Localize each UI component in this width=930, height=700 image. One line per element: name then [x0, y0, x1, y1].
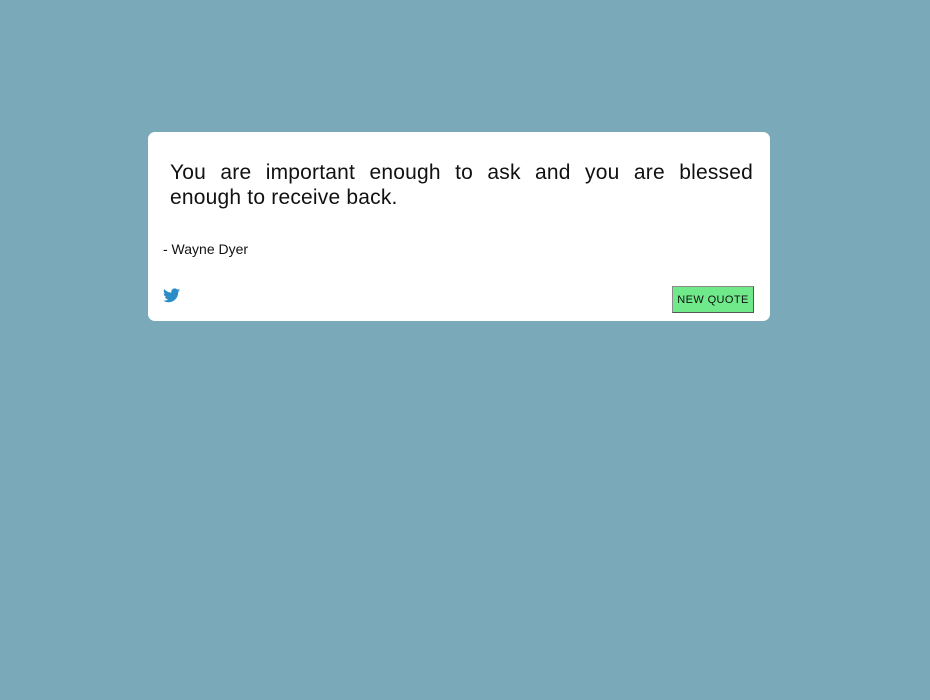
tweet-quote-button[interactable] — [163, 288, 180, 303]
quote-author: - Wayne Dyer — [163, 241, 249, 257]
quote-text: You are important enough to ask and you … — [170, 161, 753, 209]
twitter-icon — [163, 288, 180, 303]
quote-card: You are important enough to ask and you … — [148, 132, 770, 321]
new-quote-button[interactable]: NEW QUOTE — [672, 286, 754, 313]
